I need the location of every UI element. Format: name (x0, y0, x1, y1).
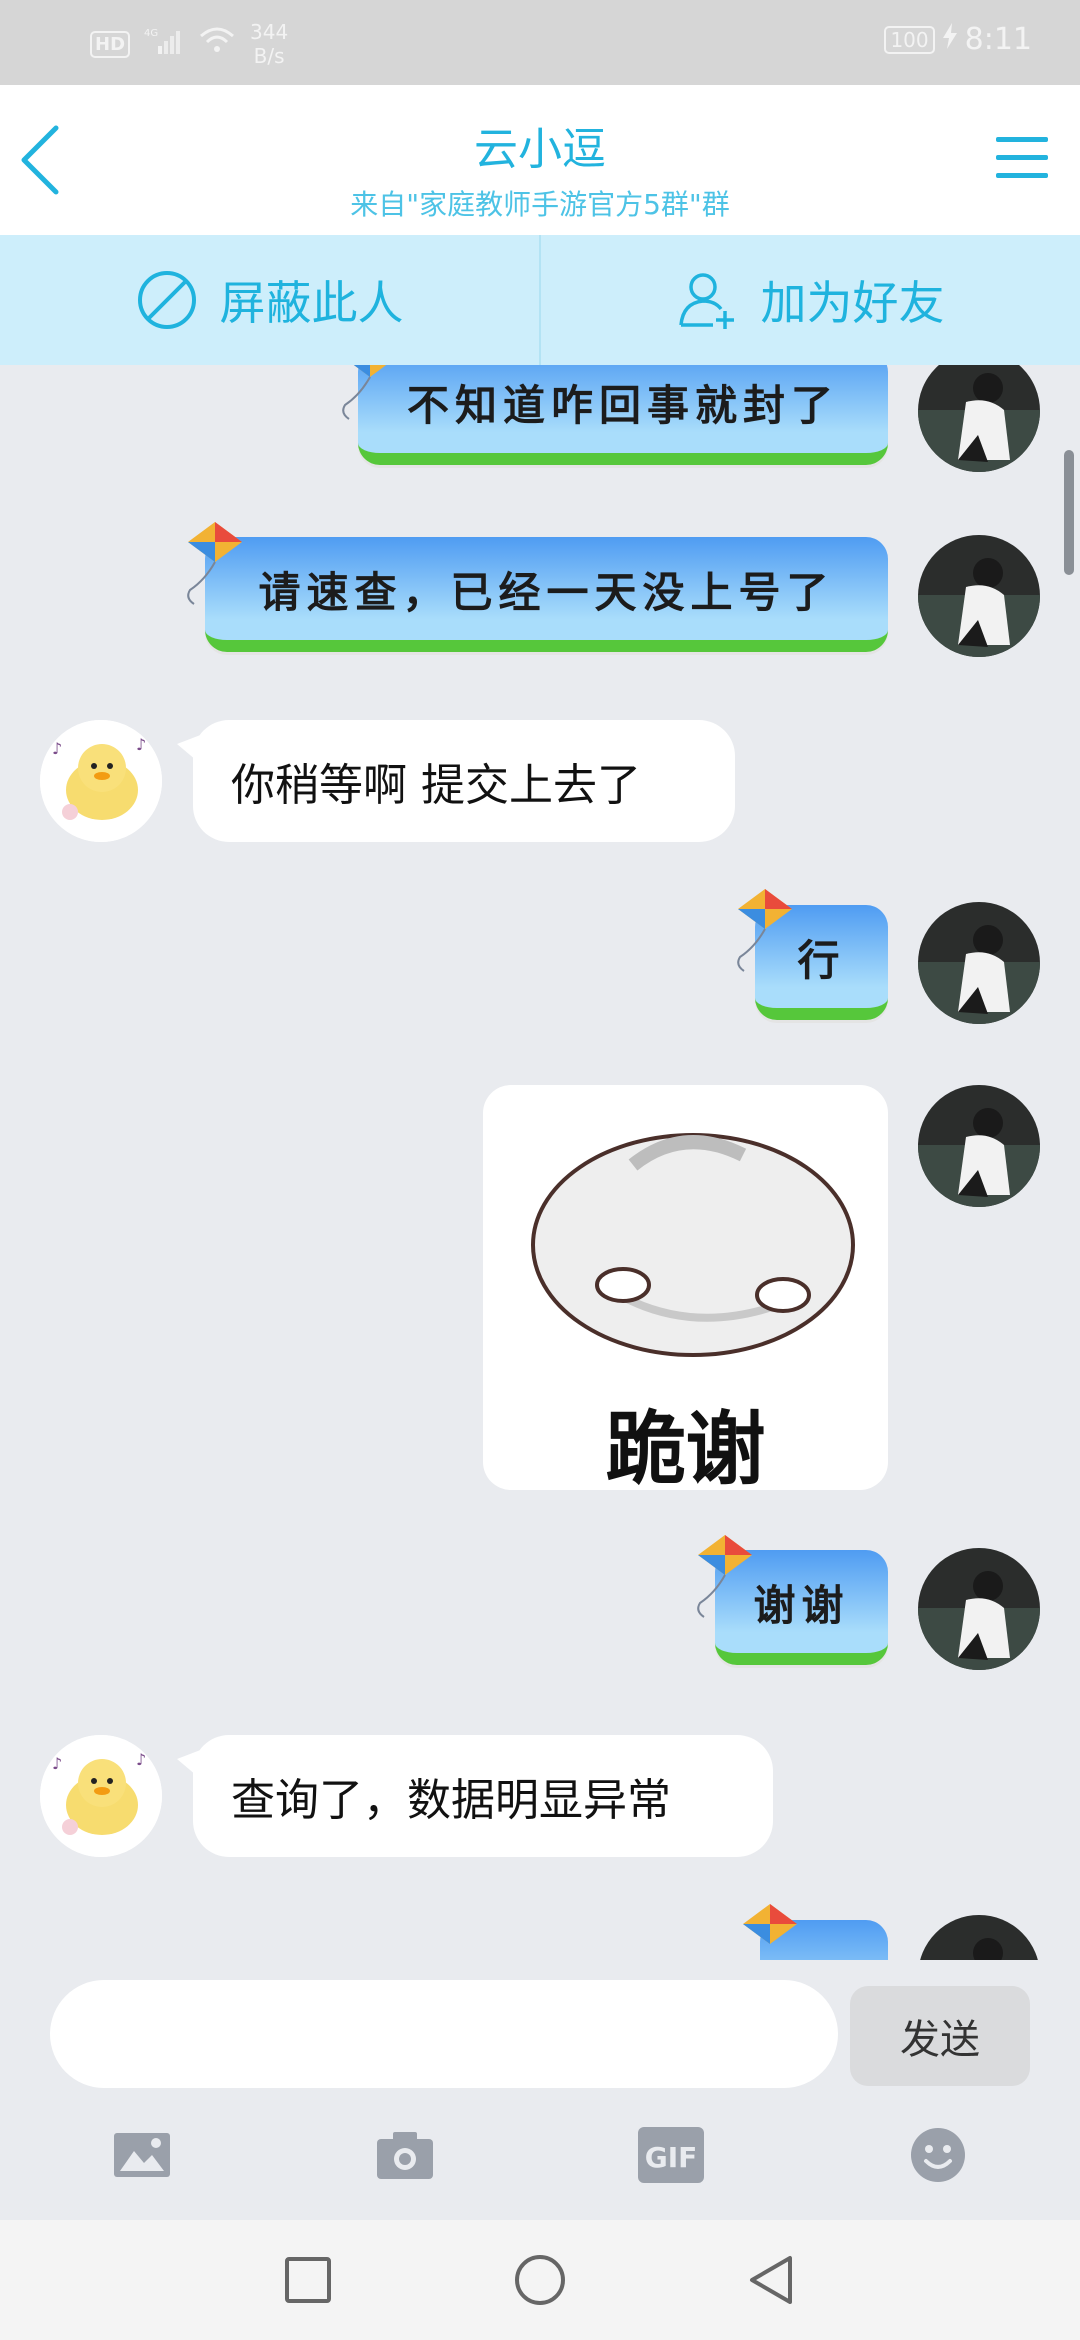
block-user-button[interactable]: 屏蔽此人 (0, 235, 539, 365)
message-text: 查询了，数据明显异常 (231, 1775, 671, 1826)
circle-icon (515, 2255, 565, 2305)
message-text: 你稍等啊 提交上去了 (231, 760, 641, 811)
sticker-caption: 跪谢 (605, 1403, 766, 1490)
network-type: 4G (144, 28, 158, 39)
camera-icon (377, 2132, 433, 2179)
chat-area[interactable]: 不知道咋回事就封了 请速查，已经一天没上号了 ♪ ♪ 你稍等啊 提交上去了 行 跪… (0, 365, 1080, 1960)
avatar[interactable] (918, 535, 1040, 657)
page-subtitle: 来自"家庭教师手游官方5群"群 (350, 188, 730, 221)
title-bar: 云小逗 来自"家庭教师手游官方5群"群 (0, 85, 1080, 235)
camera-button[interactable] (370, 2120, 440, 2190)
avatar[interactable] (918, 1548, 1040, 1670)
block-user-label: 屏蔽此人 (219, 276, 404, 330)
hamburger-menu-icon (996, 137, 1048, 178)
status-right: 100 8:11 (884, 22, 1032, 57)
battery-indicator: 100 (884, 25, 935, 54)
gif-icon: GIF (638, 2127, 704, 2183)
sticker-message[interactable]: 跪谢 (483, 1085, 888, 1490)
charging-icon (942, 22, 957, 57)
block-icon (137, 271, 196, 329)
triangle-back-icon (750, 2256, 792, 2304)
message-bubble-outgoing[interactable]: 不知道咋回事就封了 (358, 365, 888, 465)
scrollbar[interactable] (1064, 450, 1074, 575)
add-user-icon (678, 273, 734, 329)
emoji-button[interactable] (903, 2120, 973, 2190)
kite-icon (342, 365, 387, 420)
menu-button[interactable] (994, 133, 1050, 183)
svg-text:♪: ♪ (136, 1750, 146, 1769)
add-friend-button[interactable]: 加为好友 (541, 235, 1080, 365)
add-friend-label: 加为好友 (760, 276, 945, 330)
svg-text:♪: ♪ (52, 739, 62, 758)
composer-bar: 发送 (0, 1960, 1080, 2090)
gif-label: GIF (645, 2141, 698, 2174)
home-button[interactable] (510, 2250, 570, 2310)
action-bar: 屏蔽此人 加为好友 (0, 235, 1080, 365)
hd-indicator: HD (90, 30, 131, 58)
avatar[interactable] (918, 365, 1040, 472)
hamster-sticker-image (531, 1133, 855, 1357)
clock: 8:11 (964, 22, 1032, 57)
page-title: 云小逗 (474, 124, 606, 175)
signal-icon: 4G (144, 26, 184, 62)
back-nav-button[interactable] (742, 2250, 802, 2310)
avatar[interactable]: ♪ ♪ (40, 1735, 162, 1857)
network-speed: 344 B/s (250, 20, 288, 68)
svg-text:♪: ♪ (52, 1754, 62, 1773)
message-bubble-outgoing[interactable]: 请速查，已经一天没上号了 (205, 537, 888, 652)
message-text: 不知道咋回事就封了 (406, 381, 839, 430)
wifi-icon (198, 26, 236, 62)
message-bubble-incoming[interactable]: 查询了，数据明显异常 (177, 1735, 773, 1857)
system-nav-bar (0, 2220, 1080, 2340)
send-button[interactable]: 发送 (850, 1986, 1030, 2086)
title-block: 云小逗 来自"家庭教师手游官方5群"群 (0, 113, 1080, 223)
message-text: 请速查，已经一天没上号了 (258, 568, 835, 617)
status-bar: HD 4G 344 B/s 100 8:11 (0, 0, 1080, 85)
kite-icon (187, 522, 242, 605)
composer-toolbar: GIF (0, 2090, 1080, 2220)
emoji-icon (911, 2128, 965, 2182)
message-input[interactable] (50, 1980, 838, 2088)
status-left: HD 4G 344 B/s (90, 20, 288, 68)
kite-icon (743, 1904, 797, 1944)
message-bubble-incoming[interactable]: 你稍等啊 提交上去了 (177, 720, 735, 842)
avatar[interactable] (918, 1085, 1040, 1207)
kite-icon (697, 1535, 752, 1618)
kite-icon (737, 889, 792, 972)
avatar[interactable]: ♪ ♪ (40, 720, 162, 842)
avatar[interactable] (918, 1915, 1040, 1960)
recents-button[interactable] (278, 2250, 338, 2310)
network-speed-value: 344 (250, 20, 289, 44)
image-icon (114, 2133, 170, 2177)
network-speed-unit: B/s (253, 44, 285, 68)
avatar[interactable] (918, 902, 1040, 1024)
svg-text:♪: ♪ (136, 735, 146, 754)
image-button[interactable] (107, 2120, 177, 2190)
square-icon (285, 2257, 331, 2303)
gif-button[interactable]: GIF (636, 2120, 706, 2190)
